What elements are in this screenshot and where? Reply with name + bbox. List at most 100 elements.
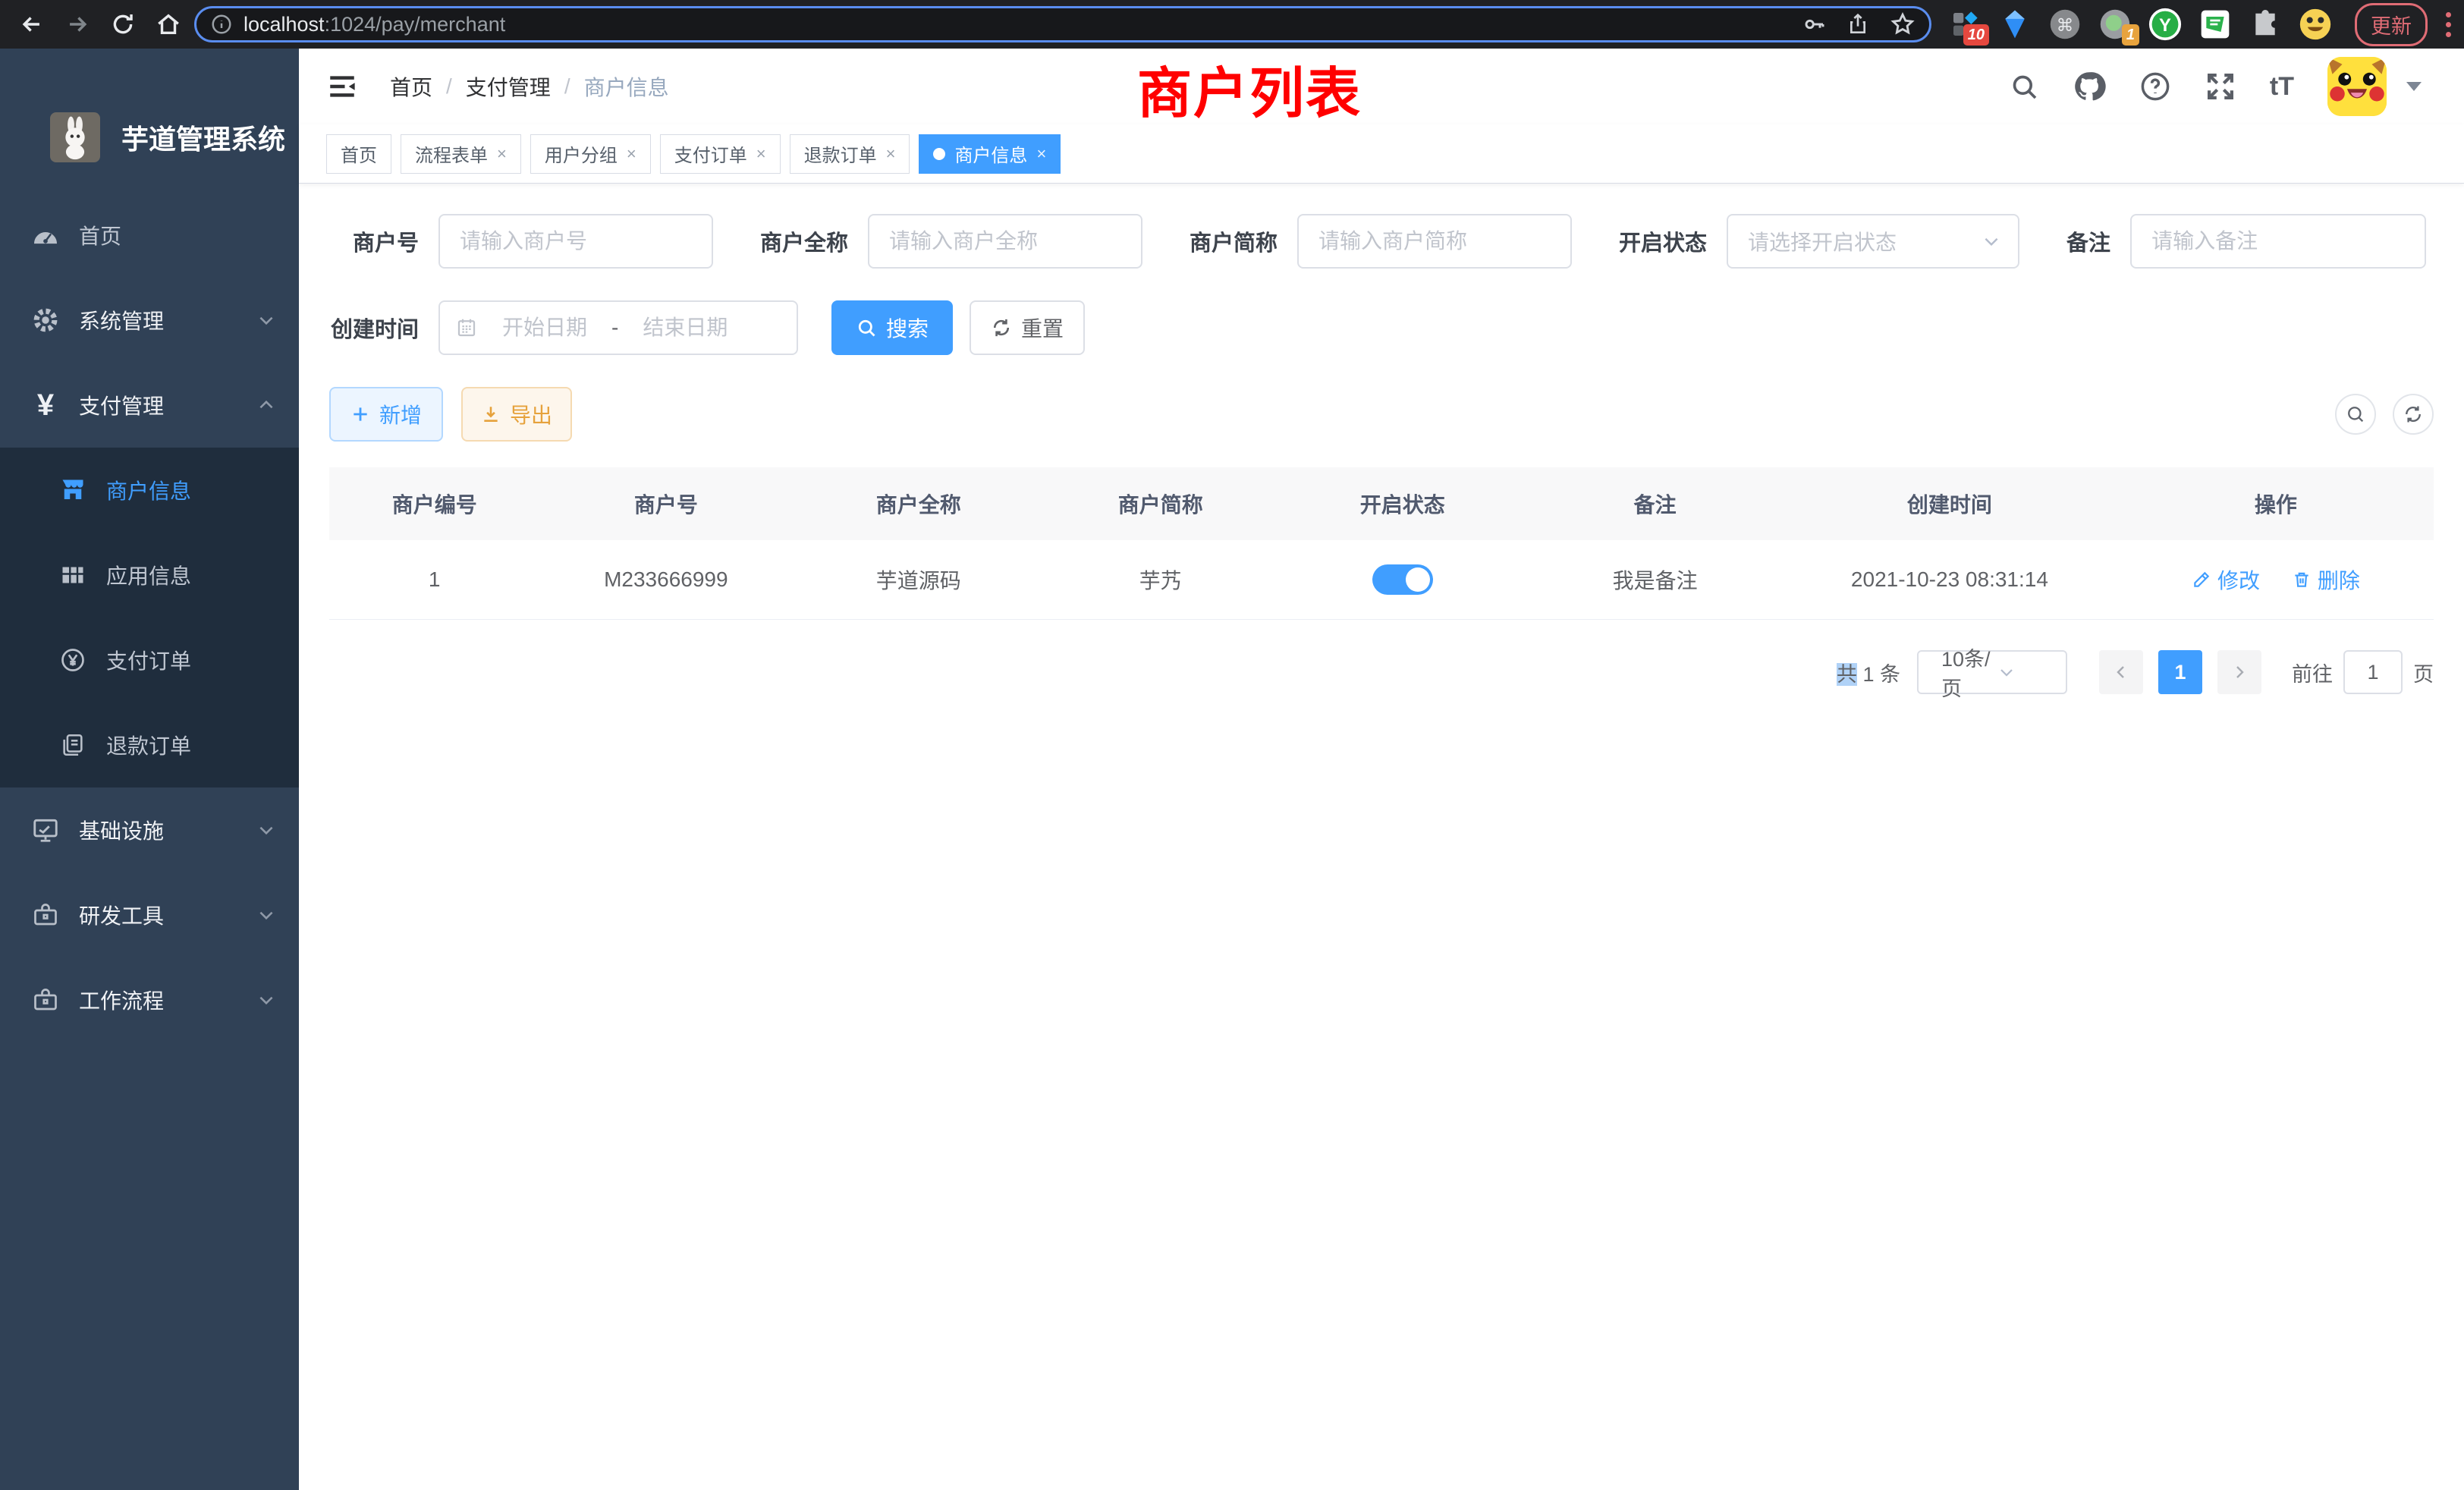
remark-input[interactable] xyxy=(2130,214,2426,269)
sidebar: 芋道管理系统 首页 系统管理 ¥ 支付管理 xyxy=(0,49,299,1490)
extension-puzzle-icon[interactable] xyxy=(2249,8,2282,41)
th-actions: 操作 xyxy=(2118,467,2434,540)
create-time-range-picker[interactable]: - xyxy=(438,300,798,355)
cell-remark: 我是备注 xyxy=(1529,540,1781,620)
yen-icon: ¥ xyxy=(29,390,62,420)
dashboard-icon xyxy=(29,221,62,250)
svg-text:⌘: ⌘ xyxy=(2057,15,2074,35)
status-select[interactable]: 请选择开启状态 xyxy=(1727,214,2019,269)
share-icon[interactable] xyxy=(1846,12,1870,36)
github-icon[interactable] xyxy=(2073,70,2106,103)
filter-label-create-time: 创建时间 xyxy=(329,312,419,344)
reset-button[interactable]: 重置 xyxy=(970,300,1085,355)
extension-grid-icon[interactable]: 10 xyxy=(1948,8,1982,41)
th-short-name: 商户简称 xyxy=(1045,467,1276,540)
menu-fold-icon[interactable] xyxy=(326,71,358,102)
sidebar-item-dev-tools[interactable]: 研发工具 xyxy=(0,872,299,957)
password-key-icon[interactable] xyxy=(1802,12,1826,36)
sidebar-item-app-info[interactable]: 应用信息 xyxy=(0,533,299,618)
total-count: 共 1 条 xyxy=(1837,658,1900,687)
app-logo-row[interactable]: 芋道管理系统 xyxy=(0,49,299,193)
chevron-down-icon xyxy=(1982,231,2001,251)
breadcrumb-payment: 支付管理 xyxy=(466,71,551,102)
avatar[interactable] xyxy=(2327,57,2387,116)
browser-chrome: localhost:1024/pay/merchant 10 ⌘ 1 Y xyxy=(0,0,2464,49)
add-button[interactable]: 新增 xyxy=(329,387,443,442)
delete-link[interactable]: 删除 xyxy=(2292,564,2360,595)
payment-submenu: 商户信息 应用信息 支付订单 退款订单 xyxy=(0,448,299,787)
edit-link[interactable]: 修改 xyxy=(2192,564,2260,595)
fullscreen-icon[interactable] xyxy=(2205,71,2236,102)
end-date-input[interactable] xyxy=(624,316,746,340)
url-text: localhost:1024/pay/merchant xyxy=(244,13,1791,36)
extension-status-icon[interactable]: 1 xyxy=(2098,8,2132,41)
extension-gem-icon[interactable] xyxy=(1998,8,2032,41)
chevron-down-icon xyxy=(256,990,276,1010)
merchant-short-input[interactable] xyxy=(1297,214,1572,269)
breadcrumb: 首页 / 支付管理 / 商户信息 xyxy=(390,71,669,102)
extension-command-icon[interactable]: ⌘ xyxy=(2048,8,2082,41)
merchant-full-input[interactable] xyxy=(868,214,1142,269)
cell-id: 1 xyxy=(329,540,539,620)
tab-process-form[interactable]: 流程表单× xyxy=(401,134,521,174)
tab-merchant-info[interactable]: 商户信息× xyxy=(919,134,1061,174)
close-icon[interactable]: × xyxy=(627,144,636,164)
sidebar-item-merchant-info[interactable]: 商户信息 xyxy=(0,448,299,533)
prev-page-button[interactable] xyxy=(2099,650,2143,694)
filter-label-merchant-no: 商户号 xyxy=(329,225,419,257)
browser-menu-icon[interactable] xyxy=(2446,12,2451,37)
browser-home-icon[interactable] xyxy=(149,5,188,44)
address-bar[interactable]: localhost:1024/pay/merchant xyxy=(194,6,1931,42)
browser-forward-icon[interactable] xyxy=(58,5,97,44)
export-button[interactable]: 导出 xyxy=(461,387,572,442)
th-full-name: 商户全称 xyxy=(792,467,1045,540)
sidebar-item-workflow[interactable]: 工作流程 xyxy=(0,957,299,1042)
breadcrumb-home[interactable]: 首页 xyxy=(390,71,432,102)
page-number-button[interactable]: 1 xyxy=(2158,650,2202,694)
bookmark-star-icon[interactable] xyxy=(1890,11,1916,37)
extension-badge: 10 xyxy=(1963,24,1989,46)
gear-icon xyxy=(29,306,62,335)
tab-pay-order[interactable]: 支付订单× xyxy=(660,134,781,174)
refresh-button[interactable] xyxy=(2393,394,2434,435)
close-icon[interactable]: × xyxy=(756,144,766,164)
extension-green-y-icon[interactable]: Y xyxy=(2148,8,2182,41)
th-status: 开启状态 xyxy=(1276,467,1529,540)
merchant-no-input[interactable] xyxy=(438,214,713,269)
browser-reload-icon[interactable] xyxy=(103,5,143,44)
site-info-icon[interactable] xyxy=(210,13,233,36)
search-icon[interactable] xyxy=(2009,71,2039,102)
th-merchant-no: 商户号 xyxy=(539,467,792,540)
start-date-input[interactable] xyxy=(484,316,605,340)
close-icon[interactable]: × xyxy=(886,144,896,164)
table-header-row: 商户编号 商户号 商户全称 商户简称 开启状态 备注 创建时间 操作 xyxy=(329,467,2434,540)
help-icon[interactable] xyxy=(2139,71,2171,102)
avatar-caret-icon[interactable] xyxy=(2406,82,2422,91)
close-icon[interactable]: × xyxy=(497,144,507,164)
page-size-select[interactable]: 10条/页 xyxy=(1917,650,2067,694)
cell-short-name: 芋艿 xyxy=(1045,540,1276,620)
chevron-up-icon xyxy=(256,395,276,415)
extension-chat-icon[interactable] xyxy=(2198,8,2232,41)
browser-back-icon[interactable] xyxy=(12,5,52,44)
sidebar-item-refund-order[interactable]: 退款订单 xyxy=(0,703,299,787)
chevron-down-icon xyxy=(256,905,276,925)
font-size-icon[interactable]: tT xyxy=(2270,72,2294,102)
sidebar-item-infra[interactable]: 基础设施 xyxy=(0,787,299,872)
extension-emoji-icon[interactable] xyxy=(2299,8,2332,41)
close-icon[interactable]: × xyxy=(1036,144,1046,164)
sidebar-item-pay-order[interactable]: 支付订单 xyxy=(0,618,299,703)
sidebar-item-payment[interactable]: ¥ 支付管理 xyxy=(0,363,299,448)
search-button[interactable]: 搜索 xyxy=(831,300,953,355)
status-toggle[interactable] xyxy=(1372,564,1433,595)
refund-doc-icon xyxy=(56,732,90,758)
tab-refund-order[interactable]: 退款订单× xyxy=(790,134,910,174)
tab-home[interactable]: 首页 xyxy=(326,134,391,174)
browser-update-button[interactable]: 更新 xyxy=(2355,3,2428,46)
next-page-button[interactable] xyxy=(2217,650,2261,694)
show-search-toggle-button[interactable] xyxy=(2335,394,2376,435)
tab-user-group[interactable]: 用户分组× xyxy=(530,134,651,174)
sidebar-item-system[interactable]: 系统管理 xyxy=(0,278,299,363)
sidebar-item-home[interactable]: 首页 xyxy=(0,193,299,278)
goto-page-input[interactable] xyxy=(2343,650,2403,694)
